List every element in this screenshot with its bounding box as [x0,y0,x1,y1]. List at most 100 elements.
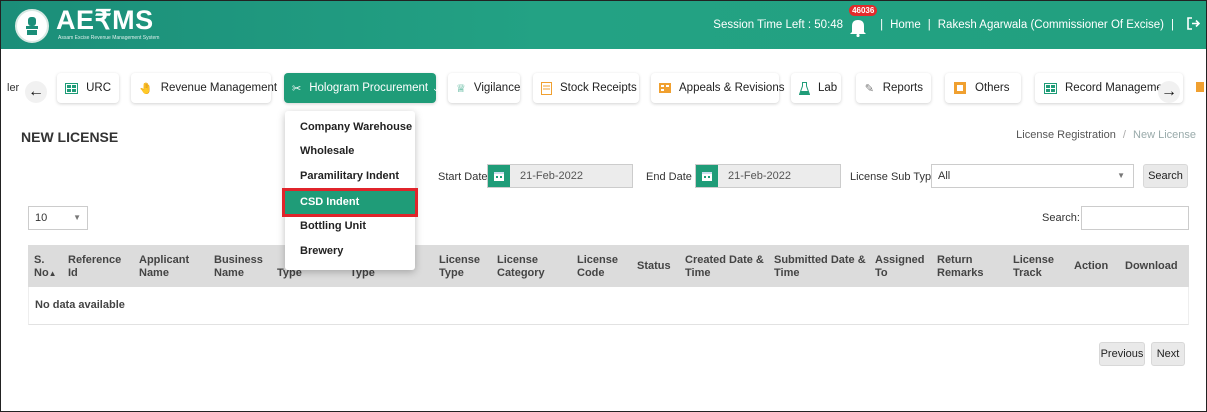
column-header-line: Category [497,267,545,279]
emblem-logo [15,9,49,43]
column-header-status[interactable]: Status [637,260,671,273]
menu-item-paramilitary-indent[interactable]: Paramilitary Indent [285,170,415,182]
table-search-input[interactable] [1081,206,1189,230]
tab-vigilance[interactable]: ♕ Vigilance [448,73,520,103]
column-header-sno[interactable]: S. No▲ [34,254,57,280]
tab-label: Stock Receipts [560,82,637,94]
breadcrumb-separator: / [1122,129,1126,141]
column-header-line: To [875,267,888,279]
tab-label: URC [86,82,111,94]
header-separator: | [1171,19,1174,31]
column-header-line: Code [577,267,605,279]
tab-reports[interactable]: ✎ Reports [856,73,931,103]
column-header-submitted-date[interactable]: Submitted Date & Time [774,254,866,280]
column-header-license-type[interactable]: License Type [439,254,480,280]
start-date-field[interactable]: 21-Feb-2022 [487,164,633,188]
vigilance-icon: ♕ [456,82,466,95]
app-window: AE₹MS Assam Excise Revenue Management Sy… [0,0,1207,412]
app-logo[interactable]: AE₹MS [56,5,154,36]
report-icon: ✎ [864,82,874,95]
column-header-line: License [577,254,618,266]
column-header-line: Submitted Date & [774,254,866,266]
column-header-created-date[interactable]: Created Date & Time [685,254,764,280]
column-header-license-category[interactable]: License Category [497,254,545,280]
box-icon [953,81,967,95]
column-header-license-code[interactable]: License Code [577,254,618,280]
tab-label: Hologram Procurement [309,82,429,94]
tab-label: Vigilance [473,82,521,94]
tab-label: Record Management [1065,82,1173,94]
column-header-line: Type [439,267,464,279]
column-header-line: License [1013,254,1054,266]
tab-stock-receipts[interactable]: Stock Receipts [533,73,639,103]
license-subtypes-label: License Sub Types [850,171,943,183]
column-header-line: Business [214,254,263,266]
breadcrumb-parent[interactable]: License Registration [1016,129,1116,141]
tab-others[interactable]: Others [945,73,1021,103]
tab-lab[interactable]: Lab [791,73,841,103]
column-header-return-remarks[interactable]: Return Remarks [937,254,983,280]
tab-appeals-revisions[interactable]: Appeals & Revisions [651,73,784,103]
table-icon [1043,81,1057,95]
chevron-down-icon: ▼ [73,213,81,222]
column-header-action[interactable]: Action [1074,260,1108,273]
end-date-value: 21-Feb-2022 [728,170,791,182]
column-header-line: Return [937,254,973,266]
column-header-line: S. [34,254,45,266]
tab-hologram-procurement[interactable]: ✂ Hologram Procurement ⌄ [284,73,440,103]
breadcrumb-current: New License [1133,129,1196,141]
tab-urc[interactable]: URC [57,73,119,103]
column-header-line: Action [1074,260,1109,272]
appeal-icon [659,81,671,95]
column-header-line: Time [685,267,711,279]
column-header-line: Assigned [875,254,925,266]
flask-icon [799,81,810,95]
tab-revenue-management[interactable]: 🤚 Revenue Management [131,73,277,103]
session-timer: Session Time Left : 50:48 [713,19,844,31]
table-row: No data available [28,287,1189,325]
sort-asc-icon: ▲ [48,269,57,278]
receipt-icon [541,81,552,95]
column-header-business-name[interactable]: Business Name [214,254,263,280]
search-button[interactable]: Search [1143,164,1188,188]
empty-table-message: No data available [35,299,125,311]
tab-label: Lab [818,82,838,94]
home-link[interactable]: Home [890,19,921,31]
nav-scroll-right-icon[interactable]: → [1158,81,1180,103]
column-header-line: No [34,267,49,279]
license-subtypes-select[interactable]: All ▼ [931,164,1134,188]
column-header-line: Id [68,267,78,279]
nav-truncated-item[interactable]: ler [7,82,19,94]
menu-item-brewery[interactable]: Brewery [285,245,415,257]
next-page-button[interactable]: Next [1151,342,1185,366]
menu-item-company-warehouse[interactable]: Company Warehouse [285,121,415,133]
nav-scroll-left-icon[interactable]: ← [25,81,47,103]
logout-icon[interactable] [1187,17,1201,33]
calendar-icon[interactable] [696,165,718,187]
column-header-line: Status [637,260,671,272]
column-header-reference-id[interactable]: Reference Id [68,254,121,280]
column-header-line: Created Date & [685,254,764,266]
previous-page-button[interactable]: Previous [1099,342,1145,366]
column-header-assigned-to[interactable]: Assigned To [875,254,925,280]
notification-badge: 46036 [849,5,878,16]
page-title: NEW LICENSE [21,129,119,145]
column-header-download[interactable]: Download [1125,260,1178,273]
column-header-applicant-name[interactable]: Applicant Name [139,254,189,280]
end-date-field[interactable]: 21-Feb-2022 [695,164,841,188]
calendar-icon[interactable] [488,165,510,187]
notification-bell-icon[interactable]: 46036 [847,5,878,37]
column-header-line: Time [774,267,800,279]
user-name[interactable]: Rakesh Agarwala (Commissioner Of Excise) [938,19,1164,31]
nav-overflow-icon[interactable] [1196,82,1204,92]
selection-highlight [282,188,418,217]
menu-item-bottling-unit[interactable]: Bottling Unit [285,220,415,232]
start-date-label: Start Date [438,171,488,183]
column-header-license-track[interactable]: License Track [1013,254,1054,280]
tab-label: Revenue Management [160,82,278,94]
column-header-line: Reference [68,254,122,266]
menu-item-wholesale[interactable]: Wholesale [285,145,415,157]
header-right: Session Time Left : 50:48 46036 | Home |… [713,5,1201,37]
table-icon [65,81,79,95]
page-length-select[interactable]: 10 ▼ [28,206,88,230]
